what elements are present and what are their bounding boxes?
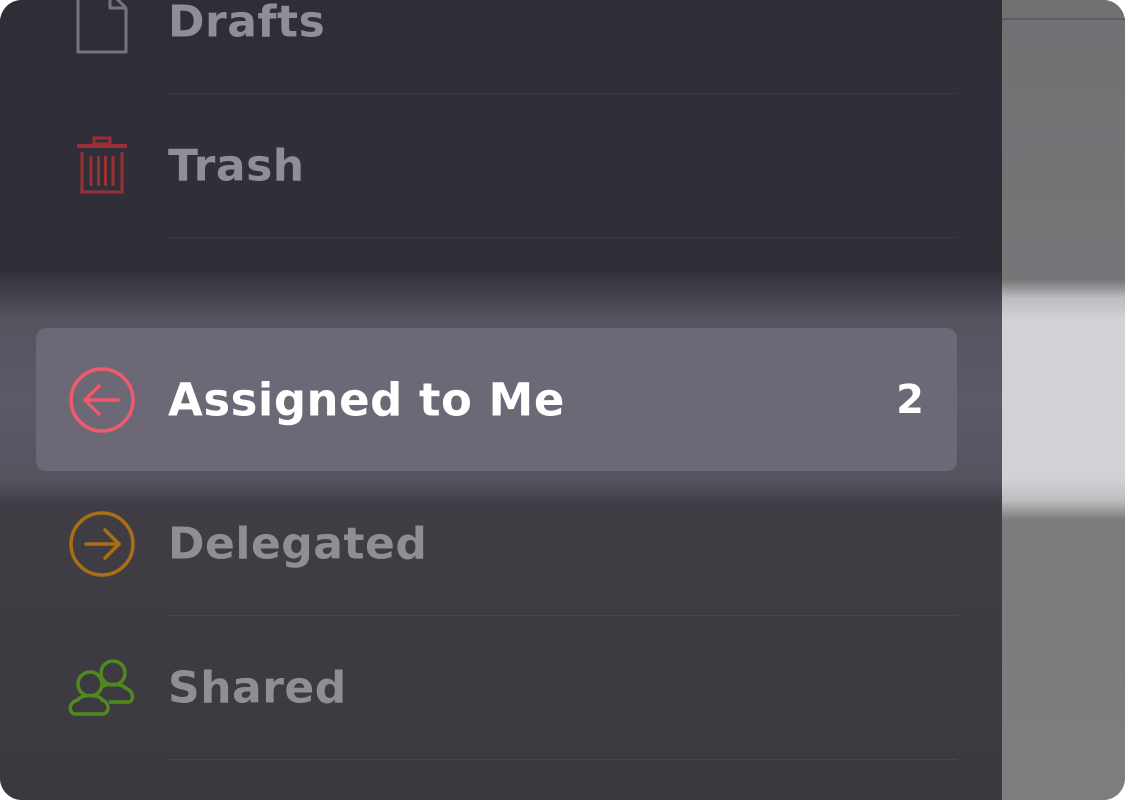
arrow-right-circle-icon — [66, 508, 138, 580]
sidebar: Drafts Trash Assigned to Me 2 Delegated … — [0, 0, 1002, 800]
divider — [168, 759, 957, 760]
sidebar-item-label: Delegated — [168, 518, 428, 570]
sidebar-item-drafts[interactable]: Drafts — [0, 0, 1002, 94]
sidebar-item-label: Shared — [168, 662, 347, 714]
divider — [1002, 18, 1125, 20]
sidebar-item-shared[interactable]: Shared — [0, 616, 1002, 760]
document-icon — [66, 0, 138, 58]
divider — [168, 237, 957, 238]
main-content-overlay[interactable] — [1002, 0, 1125, 800]
sidebar-item-delegated[interactable]: Delegated — [0, 472, 1002, 616]
sidebar-item-label: Trash — [168, 140, 305, 192]
people-icon — [66, 652, 138, 724]
count-badge: 2 — [896, 376, 924, 423]
sidebar-item-label: Drafts — [168, 0, 326, 48]
arrow-left-circle-icon — [66, 364, 138, 436]
app-frame: Drafts Trash Assigned to Me 2 Delegated … — [0, 0, 1125, 800]
sidebar-item-label: Assigned to Me — [168, 373, 565, 426]
sidebar-item-trash[interactable]: Trash — [0, 94, 1002, 238]
trash-icon — [66, 130, 138, 202]
sidebar-item-assigned-to-me[interactable]: Assigned to Me 2 — [36, 328, 957, 471]
